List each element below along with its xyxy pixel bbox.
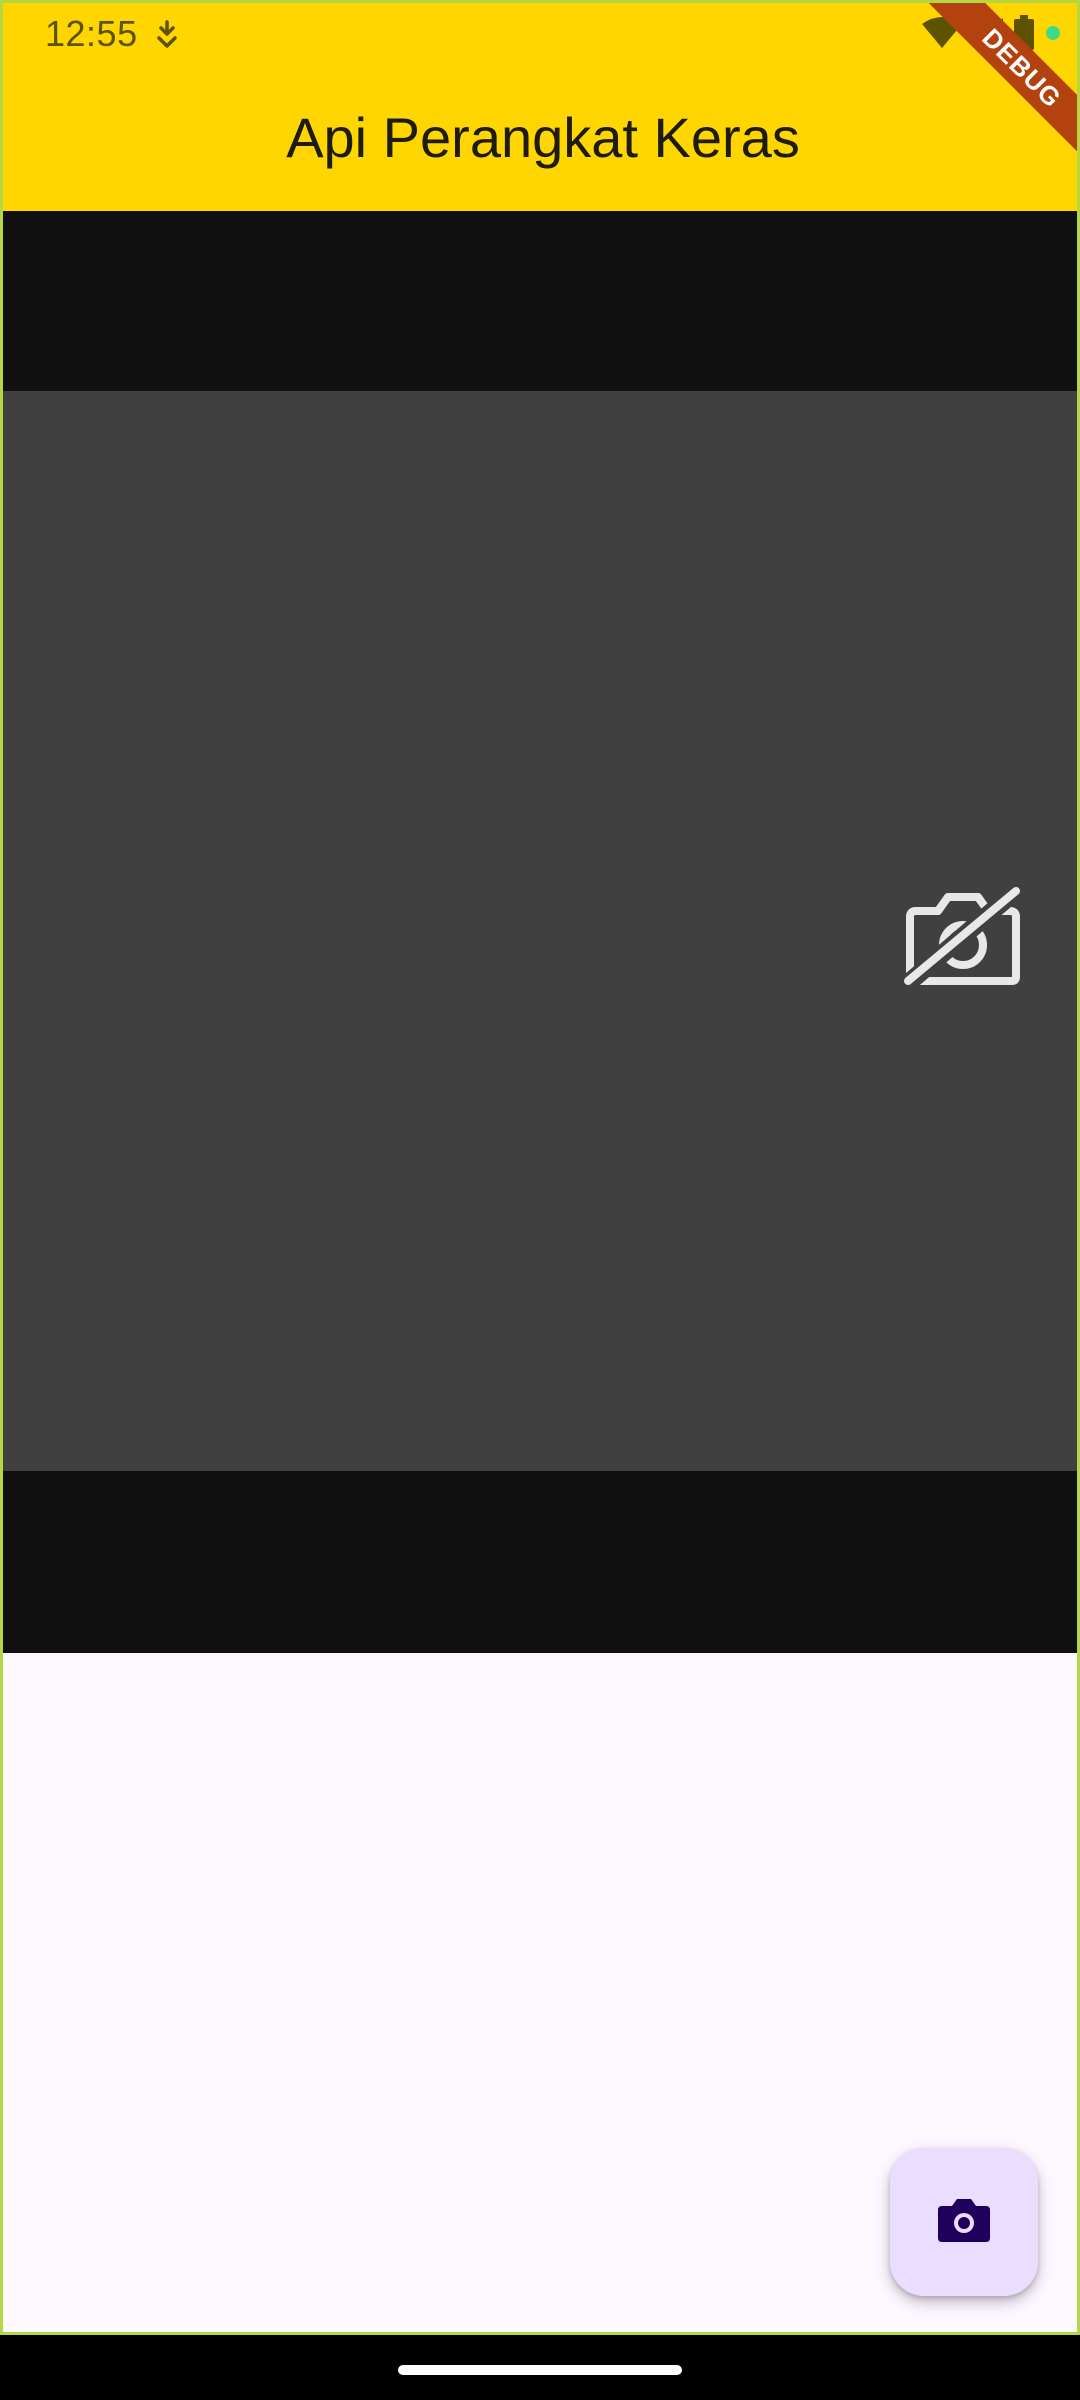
- status-time: 12:55: [45, 13, 138, 54]
- camera-icon: [936, 2196, 992, 2249]
- status-bar: 12:55: [3, 3, 1077, 65]
- take-picture-button[interactable]: [890, 2148, 1038, 2296]
- app-frame: 12:55 Api Perangkat Keras DEBUG: [0, 0, 1080, 2335]
- camera-preview: [3, 391, 1077, 1471]
- cell-signal-icon: [971, 16, 1005, 55]
- wifi-icon: [921, 16, 963, 55]
- page-title: Api Perangkat Keras: [286, 106, 800, 169]
- privacy-dot-icon: [1043, 23, 1063, 48]
- device-screen: 12:55 Api Perangkat Keras DEBUG: [0, 0, 1080, 2400]
- status-icons: [921, 14, 1063, 56]
- download-status-icon: [153, 20, 181, 50]
- camera-view: [3, 211, 1077, 1653]
- battery-icon: [1013, 14, 1035, 56]
- camera-off-icon: [897, 880, 1028, 994]
- app-bar: 12:55 Api Perangkat Keras: [3, 3, 1077, 211]
- gesture-handle[interactable]: [398, 2365, 682, 2375]
